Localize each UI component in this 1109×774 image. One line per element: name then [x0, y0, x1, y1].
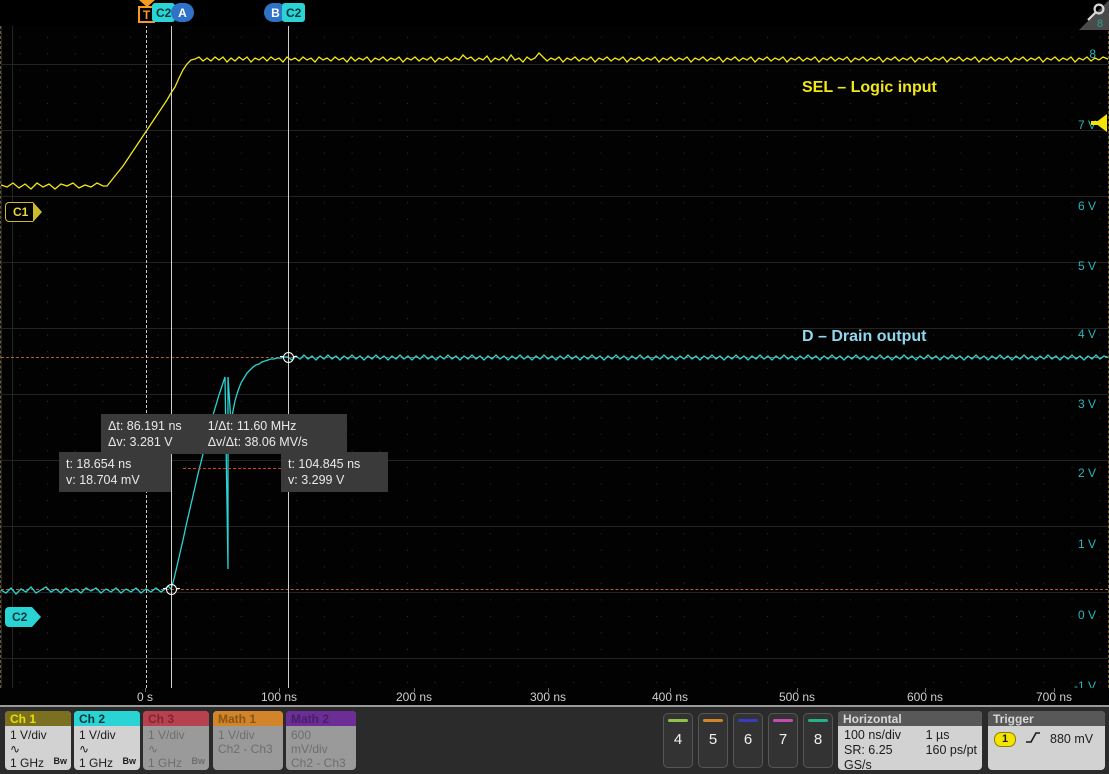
math-card-math2-body: 600 mV/div Ch2 - Ch3 [286, 726, 356, 770]
cursor-a-readout: t: 18.654 ns v: 18.704 mV [59, 452, 171, 492]
cursor-b-voltage: v: 3.299 V [288, 472, 381, 488]
waveform-plot-area[interactable]: C1 C2 SEL – Logic input D – Drain output… [0, 26, 1109, 688]
channel-button-6-color [738, 719, 758, 722]
horizontal-panel[interactable]: Horizontal 100 ns/div 1 µs SR: 6.25 GS/s… [838, 711, 982, 770]
channel-card-ch2-title: Ch 2 [74, 711, 140, 726]
cursor-a-handle[interactable] [166, 584, 177, 595]
voltage-cursor-line[interactable] [183, 468, 281, 469]
trigger-panel[interactable]: Trigger 1 880 mV [988, 711, 1105, 770]
channel-button-6-label: 6 [744, 731, 752, 748]
ch1-trace [1, 53, 1109, 189]
cursor-b-time: t: 104.845 ns [288, 456, 381, 472]
cursor-source-badge[interactable]: C2 [282, 3, 305, 22]
time-tick: 0 s [137, 690, 153, 704]
time-tick: 100 ns [261, 690, 297, 704]
math-card-math2[interactable]: Math 2 600 mV/div Ch2 - Ch3 [286, 711, 356, 770]
trigger-panel-body: 1 880 mV [988, 726, 1105, 748]
horizontal-panel-body: 100 ns/div 1 µs SR: 6.25 GS/s 160 ps/pt … [838, 726, 982, 770]
zoom-corner-label: 8 [1097, 18, 1103, 30]
annotation-sel: SEL – Logic input [802, 79, 937, 97]
time-tick: 500 ns [779, 690, 815, 704]
ch1-scale: 1 V/div [10, 728, 66, 742]
channel-button-6[interactable]: 6 [733, 713, 763, 768]
cursor-a-badge[interactable]: A [171, 3, 194, 22]
channel-button-5-label: 5 [709, 731, 717, 748]
channel-card-ch1[interactable]: Ch 1 1 V/div ∿ 1 GHz Bw [5, 711, 71, 770]
ch2-bw-limit-label: Bw [123, 754, 137, 768]
cursor-marker-bar[interactable]: T C2 A B C2 [0, 0, 1109, 26]
time-tick: 700 ns [1036, 690, 1072, 704]
math-card-math1-body: 1 V/div Ch2 - Ch3 [213, 726, 283, 770]
ch1-bw-limit-label: Bw [54, 754, 68, 768]
channel-tag-c1-pointer [33, 202, 42, 222]
time-tick: 400 ns [652, 690, 688, 704]
time-axis: 0 s 100 ns 200 ns 300 ns 400 ns 500 ns 6… [0, 688, 1109, 707]
trigger-panel-title: Trigger [988, 711, 1105, 726]
channel-button-4-color [668, 719, 688, 722]
annotation-drain: D – Drain output [802, 328, 926, 346]
cursor-b-readout: t: 104.845 ns v: 3.299 V [281, 452, 388, 492]
trigger-source-chip[interactable]: 1 [994, 732, 1016, 747]
math-card-math2-title: Math 2 [286, 711, 356, 726]
horizontal-duration: 1 µs [926, 728, 977, 743]
delta-slope-value: Δv/Δt: 38.06 MV/s [208, 434, 308, 450]
math-card-math1-title: Math 1 [213, 711, 283, 726]
channel-tag-c2-label: C2 [5, 607, 32, 627]
horizontal-resolution: 160 ps/pt [926, 743, 977, 770]
cursor-delta-readout: Δt: 86.191 ns Δv: 3.281 V 1/Δt: 11.60 MH… [101, 414, 347, 454]
trigger-level-value: 880 mV [1050, 732, 1093, 747]
cursor-a-badge-label: A [171, 3, 194, 22]
channel-tag-c2[interactable]: C2 [5, 607, 41, 627]
time-tick: 600 ns [907, 690, 943, 704]
channel-button-8-color [808, 719, 828, 722]
channel-card-ch3[interactable]: Ch 3 1 V/div ∿ 1 GHz Bw [143, 711, 209, 770]
channel-card-ch3-title: Ch 3 [143, 711, 209, 726]
math1-expression: Ch2 - Ch3 [218, 742, 278, 756]
channel-button-8[interactable]: 8 [803, 713, 833, 768]
ch3-bw-limit-label: Bw [192, 754, 206, 768]
time-tick: 300 ns [530, 690, 566, 704]
delta-time-value: Δt: 86.191 ns [108, 418, 182, 434]
math2-expression: Ch2 - Ch3 [291, 756, 351, 770]
channel-tag-c2-pointer [32, 607, 41, 627]
cursor-a-time: t: 18.654 ns [66, 456, 164, 472]
horizontal-sample-rate: SR: 6.25 GS/s [844, 743, 910, 770]
channel-button-7-label: 7 [779, 731, 787, 748]
delta-frequency-value: 1/Δt: 11.60 MHz [208, 418, 308, 434]
horizontal-panel-title: Horizontal [838, 711, 982, 726]
trigger-position-line [146, 26, 147, 688]
cursor-source-badge-label: C2 [282, 3, 305, 22]
channel-button-4-label: 4 [674, 731, 682, 748]
delta-voltage-value: Δv: 3.281 V [108, 434, 182, 450]
channel-button-8-label: 8 [814, 731, 822, 748]
bottom-control-bar[interactable]: Ch 1 1 V/div ∿ 1 GHz Bw Ch 2 1 V/div ∿ 1… [0, 707, 1109, 774]
ch2-scale: 1 V/div [79, 728, 135, 742]
channel-tag-c1[interactable]: C1 [5, 202, 42, 222]
channel-button-7[interactable]: 7 [768, 713, 798, 768]
channel-card-ch1-body: 1 V/div ∿ 1 GHz Bw [5, 726, 71, 770]
channel-card-ch1-title: Ch 1 [5, 711, 71, 726]
channel-card-ch3-body: 1 V/div ∿ 1 GHz Bw [143, 726, 209, 770]
cursor-b-handle[interactable] [283, 352, 294, 363]
math-card-math1[interactable]: Math 1 1 V/div Ch2 - Ch3 [213, 711, 283, 770]
ch3-scale: 1 V/div [148, 728, 204, 742]
channel-button-7-color [773, 719, 793, 722]
channel-card-ch2-body: 1 V/div ∿ 1 GHz Bw [74, 726, 140, 770]
channel-tag-c1-label: C1 [5, 202, 33, 222]
time-tick: 200 ns [396, 690, 432, 704]
zoom-corner-indicator[interactable]: 8 [1077, 0, 1109, 38]
ch1-offset-arrow-tail[interactable] [1091, 121, 1107, 125]
channel-button-4[interactable]: 4 [663, 713, 693, 768]
channel-card-ch2[interactable]: Ch 2 1 V/div ∿ 1 GHz Bw [74, 711, 140, 770]
math1-scale: 1 V/div [218, 728, 278, 742]
math2-scale: 600 mV/div [291, 728, 351, 756]
cursor-a-voltage: v: 18.704 mV [66, 472, 164, 488]
rising-edge-icon [1025, 731, 1041, 748]
channel-button-5[interactable]: 5 [698, 713, 728, 768]
channel-button-5-color [703, 719, 723, 722]
oscilloscope-screen: C1 C2 SEL – Logic input D – Drain output… [0, 0, 1109, 774]
horizontal-timebase: 100 ns/div [844, 728, 910, 743]
